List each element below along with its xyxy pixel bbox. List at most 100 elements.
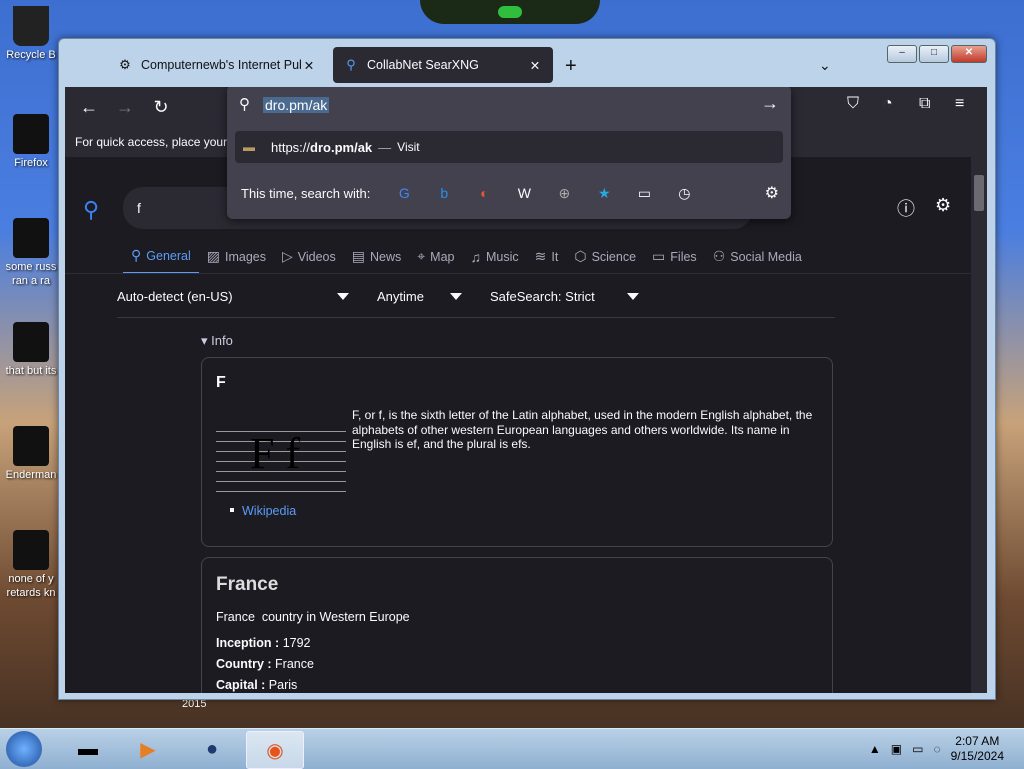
tab-files[interactable]: ▭ Files	[644, 247, 705, 274]
infobox-f: F F f F, or f, is the sixth letter of th…	[201, 357, 833, 547]
file-icon	[13, 426, 49, 466]
go-arrow-icon[interactable]: →	[761, 93, 779, 114]
tab-close-icon[interactable]: ✕	[527, 58, 543, 73]
searx-engine-icon[interactable]: ⊕	[544, 185, 584, 202]
time-range-select[interactable]: Anytime	[377, 289, 424, 304]
tab-science[interactable]: ⬡ Science	[566, 247, 644, 274]
chevron-down-icon[interactable]	[450, 293, 462, 300]
wikipedia-link[interactable]: Wikipedia	[242, 504, 296, 518]
list-all-tabs-button[interactable]: ⌄	[819, 57, 831, 74]
info-toggle[interactable]: ▾ Info	[201, 333, 233, 349]
language-select[interactable]: Auto-detect (en-US)	[117, 289, 233, 304]
back-button[interactable]: ←	[77, 95, 101, 119]
desktop-icon-file-b[interactable]: that but its	[0, 322, 62, 378]
desktop-top-gadget	[420, 0, 600, 24]
desktop-icon-file-c[interactable]: none of y retards kn	[0, 530, 62, 600]
duckduckgo-engine-icon[interactable]: ◐	[464, 185, 504, 201]
row-key: Inception :	[216, 636, 280, 650]
tab-social-media[interactable]: ⚇ Social Media	[705, 247, 810, 274]
infobox-title: F	[216, 374, 226, 391]
display-icon[interactable]: ▭	[912, 742, 923, 756]
reload-button[interactable]: ↻	[149, 95, 173, 119]
suggestion-prefix: https://	[271, 139, 311, 155]
file-icon	[13, 218, 49, 258]
category-tabs: ⚲ General ▨ Images ▷ Videos ▤ News ⌖ Map ♫ Mus…	[123, 247, 810, 274]
menu-icon[interactable]: ≡	[955, 95, 964, 113]
tab-close-icon[interactable]: ✕	[301, 58, 317, 73]
start-button[interactable]	[6, 731, 42, 767]
taskbar-app-firefox[interactable]: ◉	[246, 731, 304, 769]
clock[interactable]: 2:07 AM 9/15/2024	[951, 734, 1004, 764]
taskbar: ▬ ▶ ● ◉ ▲ ▣ ▭ ◌ 2:07 AM 9/15/2024	[0, 728, 1024, 769]
tab-computernewb[interactable]: ⚙ Computernewb's Internet Pub ✕	[107, 47, 327, 83]
tab-favicon-icon: ⚲	[346, 57, 356, 72]
url-input[interactable]: dro.pm/ak	[263, 97, 330, 113]
close-window-button[interactable]: ✕	[951, 45, 987, 63]
gear-icon[interactable]: ⚙	[935, 195, 951, 216]
infobox-subtitle-line: France country in Western Europe	[216, 610, 410, 624]
bing-engine-icon[interactable]: b	[424, 185, 464, 201]
row-key: Country :	[216, 657, 272, 671]
searxng-logo-icon[interactable]: ⚲	[83, 197, 99, 223]
tab-strip: ⚙ Computernewb's Internet Pub ✕ ⚲ Collab…	[67, 47, 875, 85]
suggestion-action: Visit	[397, 140, 420, 154]
browser-viewport: ← → ↻ ⛉ ◔ ⧉ ≡ For quick access, place yo…	[65, 87, 987, 693]
taskbar-app-terminal[interactable]: ▬	[60, 731, 116, 767]
wikipedia-engine-icon[interactable]: W	[504, 185, 544, 201]
desktop-icon-firefox[interactable]: Firefox	[0, 114, 62, 170]
tab-news[interactable]: ▤ News	[344, 247, 410, 274]
suggestion-sep: —	[378, 139, 392, 155]
tab-general[interactable]: ⚲ General	[123, 247, 199, 274]
urlbar[interactable]: ⚲ dro.pm/ak →	[227, 87, 791, 125]
tray-expand-icon[interactable]: ▲	[869, 742, 881, 756]
taskbar-app-globe[interactable]: ●	[184, 731, 240, 767]
chevron-down-icon[interactable]	[627, 293, 639, 300]
extensions-icon[interactable]: ⧉	[919, 95, 930, 113]
url-suggestion[interactable]: ▬ https://dro.pm/ak — Visit	[235, 131, 783, 163]
tabs-engine-icon[interactable]: ▭	[624, 185, 664, 202]
news-icon: ▤	[351, 248, 365, 264]
page-scrollbar[interactable]	[971, 157, 987, 693]
tab-label: Music	[485, 249, 519, 264]
safesearch-select[interactable]: SafeSearch: Strict	[490, 289, 595, 304]
tab-images[interactable]: ▨ Images	[199, 247, 274, 274]
chevron-down-icon[interactable]	[337, 293, 349, 300]
scrollbar-thumb[interactable]	[974, 175, 984, 211]
history-engine-icon[interactable]: ◷	[664, 185, 704, 202]
forward-button[interactable]: →	[113, 95, 137, 119]
recycle-bin-icon	[13, 6, 49, 46]
bookmarks-engine-icon[interactable]: ★	[584, 185, 624, 202]
tab-map[interactable]: ⌖ Map	[409, 247, 462, 274]
pocket-icon[interactable]: ⛉	[847, 95, 859, 113]
suggestion-bold: dro.pm/ak	[310, 139, 373, 155]
infobox-subtitle: country in Western Europe	[261, 610, 410, 624]
infobox-image-text: F f	[250, 429, 301, 478]
taskbar-app-media[interactable]: ▶	[120, 731, 176, 767]
tab-label: News	[370, 249, 402, 264]
desktop-icon-enderman[interactable]: Enderman	[0, 426, 62, 482]
minimize-button[interactable]: –	[887, 45, 917, 63]
google-engine-icon[interactable]: G	[384, 185, 424, 201]
tab-music[interactable]: ♫ Music	[462, 247, 526, 274]
play-icon: ▷	[281, 248, 293, 264]
account-icon[interactable]: ◔	[883, 95, 893, 113]
desktop-icon-file-a[interactable]: some russ ran a ra	[0, 218, 62, 288]
page-content: ⚲ f ⓘ ⚙ ⚲ General ▨ Images ▷ Videos ▤ News ⌖…	[65, 157, 971, 693]
browser-window: – □ ✕ ⚙ Computernewb's Internet Pub ✕ ⚲ …	[58, 38, 996, 700]
infobox-row: Inception : 1792	[216, 636, 311, 650]
tab-videos[interactable]: ▷ Videos	[274, 247, 344, 274]
tab-it[interactable]: ≋ It	[527, 247, 567, 274]
tab-label: It	[551, 249, 559, 264]
tab-searxng[interactable]: ⚲ CollabNet SearXNG ✕	[333, 47, 553, 83]
maximize-button[interactable]: □	[919, 45, 949, 63]
infobox-title: France	[216, 574, 279, 595]
volume-icon[interactable]: ◌	[933, 742, 940, 756]
new-tab-button[interactable]: +	[565, 55, 577, 78]
firefox-icon	[13, 114, 49, 154]
info-icon[interactable]: ⓘ	[897, 195, 915, 221]
network-icon[interactable]: ▣	[891, 742, 902, 756]
tab-title: Computernewb's Internet Pub	[141, 58, 301, 72]
search-icon: ⚲	[239, 96, 250, 113]
search-settings-icon[interactable]: ⚙	[765, 183, 779, 203]
desktop-icon-recycle-bin[interactable]: Recycle B	[0, 6, 62, 62]
